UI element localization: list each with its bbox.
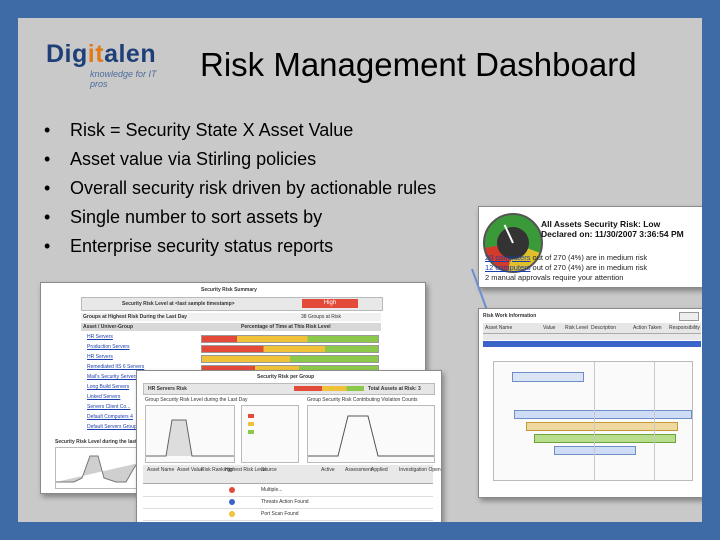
group-link[interactable]: Production Servers bbox=[87, 344, 130, 350]
summary-header: Security Risk Summary bbox=[201, 287, 257, 293]
table-row[interactable]: Threats Action Found bbox=[143, 497, 433, 509]
group-name: HR Servers Risk bbox=[148, 386, 187, 392]
timeline-table-header: Asset Name Value Risk Level Description … bbox=[483, 323, 701, 334]
source-text: Multiple... bbox=[261, 487, 283, 493]
table-row[interactable]: HR Servers bbox=[81, 333, 381, 343]
bullet-item: Risk = Security State X Asset Value bbox=[44, 116, 436, 145]
group-link[interactable]: Servers Client Co... bbox=[87, 404, 130, 410]
bullet-item: Overall security risk driven by actionab… bbox=[44, 174, 436, 203]
group-link[interactable]: Long Build Servers bbox=[87, 384, 129, 390]
table-row[interactable]: HR Servers bbox=[81, 353, 381, 363]
col-asset-header: Asset / Univer-Group bbox=[83, 324, 134, 330]
source-text: Port Scan Found bbox=[261, 511, 299, 517]
filter-button[interactable] bbox=[679, 312, 699, 321]
col-percent-header: Percentage of Time at This Risk Level bbox=[241, 324, 331, 330]
bullet-item: Enterprise security status reports bbox=[44, 232, 436, 261]
group-risk-bar bbox=[294, 386, 364, 391]
column-header: Active bbox=[321, 467, 335, 473]
computers-link-2[interactable]: 12 computers bbox=[485, 263, 530, 272]
column-header: Asset Value bbox=[177, 467, 204, 473]
security-risk-per-group-panel: Security Risk per Group HR Servers Risk … bbox=[136, 370, 442, 522]
group-total: Total Assets at Risk: 3 bbox=[368, 386, 421, 392]
bullet-item: Asset value via Stirling policies bbox=[44, 145, 436, 174]
bullet-item: Single number to sort assets by bbox=[44, 203, 436, 232]
group-link[interactable]: Linked Servers bbox=[87, 394, 120, 400]
group-chart-title-2: Group Security Risk Contributing Violati… bbox=[307, 397, 418, 403]
timeline-panel: Risk Work Information Asset Name Value R… bbox=[478, 308, 702, 498]
timeline-chart bbox=[493, 361, 693, 481]
risk-percentage-bar bbox=[201, 355, 379, 363]
column-header: Assessment bbox=[345, 467, 373, 473]
table-row-selected[interactable] bbox=[483, 341, 701, 347]
group-link[interactable]: Default Computers 4 bbox=[87, 414, 133, 420]
logo-tagline: knowledge for IT pros bbox=[90, 69, 157, 89]
risk-line-3: 2 manual approvals require your attentio… bbox=[485, 273, 624, 282]
logo-wordmark: Digitalen bbox=[46, 40, 157, 68]
table-row[interactable] bbox=[483, 334, 701, 340]
risk-line-1: 20 computers out of 270 (4%) are in medi… bbox=[485, 253, 648, 262]
group-link[interactable]: HR Servers bbox=[87, 334, 113, 340]
groups-count: 38 Groups at Risk bbox=[301, 314, 342, 320]
page-title: Risk Management Dashboard bbox=[200, 46, 637, 83]
computers-link-1[interactable]: 20 computers bbox=[485, 253, 530, 262]
risk-level-icon bbox=[229, 487, 235, 493]
risk-level-label: Security Risk Level at <last sample time… bbox=[122, 301, 235, 307]
groups-label: Groups at Highest Risk During the Last D… bbox=[83, 314, 187, 320]
risk-line-2: 12 computers out of 270 (4%) are in medi… bbox=[485, 263, 648, 272]
slide: Digitalen knowledge for IT pros Risk Man… bbox=[18, 18, 702, 522]
group-violation-chart bbox=[307, 405, 435, 463]
risk-level-icon bbox=[229, 499, 235, 505]
group-panel-header: Security Risk per Group bbox=[257, 374, 315, 380]
risk-percentage-bar bbox=[201, 335, 379, 343]
table-row[interactable]: Production Servers bbox=[81, 343, 381, 353]
table-row[interactable]: Multiple... bbox=[143, 485, 433, 497]
trend-label: Security Risk Level during the last Day bbox=[55, 439, 148, 445]
risk-heading: All Assets Security Risk: Low Declared o… bbox=[541, 219, 684, 239]
bullet-list: Risk = Security State X Asset Value Asse… bbox=[44, 116, 436, 261]
group-link[interactable]: Mail's Security Servers bbox=[87, 374, 138, 380]
group-link[interactable]: Default Servers Group bbox=[87, 424, 137, 430]
group-chart-title-1: Group Security Risk Level during the Las… bbox=[145, 397, 248, 403]
table-row[interactable]: Port Scan Found bbox=[143, 509, 433, 521]
risk-level-icon bbox=[229, 511, 235, 517]
group-link[interactable]: HR Servers bbox=[87, 354, 113, 360]
source-text: Threats Action Found bbox=[261, 499, 309, 505]
risk-gauge-panel: All Assets Security Risk: Low Declared o… bbox=[478, 206, 702, 288]
column-header: Applied bbox=[371, 467, 388, 473]
column-header: Investigation Opened bbox=[399, 467, 442, 473]
column-header: Source bbox=[261, 467, 277, 473]
column-header: Asset Name bbox=[147, 467, 175, 473]
group-line-chart bbox=[145, 405, 235, 463]
group-table-header: Asset Name Asset Value Risk Rankings Highes… bbox=[143, 465, 441, 484]
risk-percentage-bar bbox=[201, 345, 379, 353]
risk-badge: High bbox=[302, 299, 358, 308]
timeline-title: Risk Work Information bbox=[483, 313, 537, 319]
digitalen-logo: Digitalen knowledge for IT pros bbox=[46, 40, 166, 100]
group-legend bbox=[241, 405, 299, 463]
